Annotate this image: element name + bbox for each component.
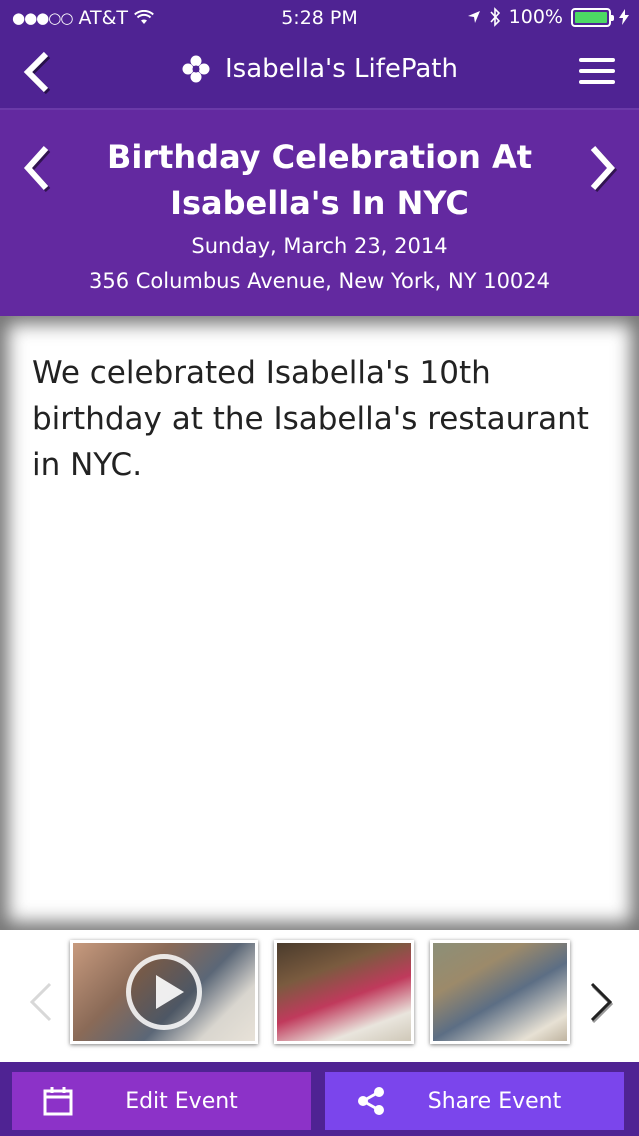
photo-thumbnail[interactable] [430, 940, 570, 1044]
edit-event-button[interactable]: Edit Event [12, 1072, 311, 1130]
hamburger-menu-icon[interactable] [579, 58, 615, 86]
media-strip [0, 930, 639, 1062]
app-title: Isabella's LifePath [0, 54, 639, 84]
event-header: Birthday Celebration At Isabella's In NY… [0, 110, 639, 316]
app-title-label: Isabella's LifePath [225, 54, 458, 84]
media-prev-chevron-icon[interactable] [26, 980, 56, 1024]
charging-bolt-icon [619, 9, 629, 25]
share-event-button[interactable]: Share Event [325, 1072, 624, 1130]
flower-logo-icon [182, 55, 210, 83]
location-arrow-icon [467, 11, 480, 23]
event-description-panel: We celebrated Isabella's 10th birthday a… [0, 316, 639, 930]
share-event-label: Share Event [427, 1088, 562, 1114]
action-bar: Edit Event Share Event [0, 1062, 639, 1136]
video-thumbnail[interactable] [70, 940, 258, 1044]
navigation-bar: Isabella's LifePath [0, 36, 639, 108]
play-icon [126, 954, 202, 1030]
media-next-chevron-icon[interactable] [584, 980, 614, 1024]
photo-thumbnail[interactable] [274, 940, 414, 1044]
next-event-chevron-icon[interactable] [581, 144, 621, 192]
bluetooth-icon [490, 7, 500, 27]
event-description: We celebrated Isabella's 10th birthday a… [32, 355, 589, 483]
top-bar: ●●●○○ AT&T 5:28 PM 100% Isabella's LifeP… [0, 0, 639, 108]
event-date: Sunday, March 23, 2014 [191, 234, 448, 258]
event-title: Birthday Celebration At Isabella's In NY… [106, 138, 533, 222]
edit-event-label: Edit Event [125, 1088, 238, 1114]
battery-percent: 100% [508, 6, 563, 28]
event-address: 356 Columbus Avenue, New York, NY 10024 [88, 269, 551, 293]
previous-event-chevron-icon[interactable] [18, 144, 58, 192]
status-bar: ●●●○○ AT&T 5:28 PM 100% [0, 0, 639, 36]
battery-icon [571, 7, 614, 27]
